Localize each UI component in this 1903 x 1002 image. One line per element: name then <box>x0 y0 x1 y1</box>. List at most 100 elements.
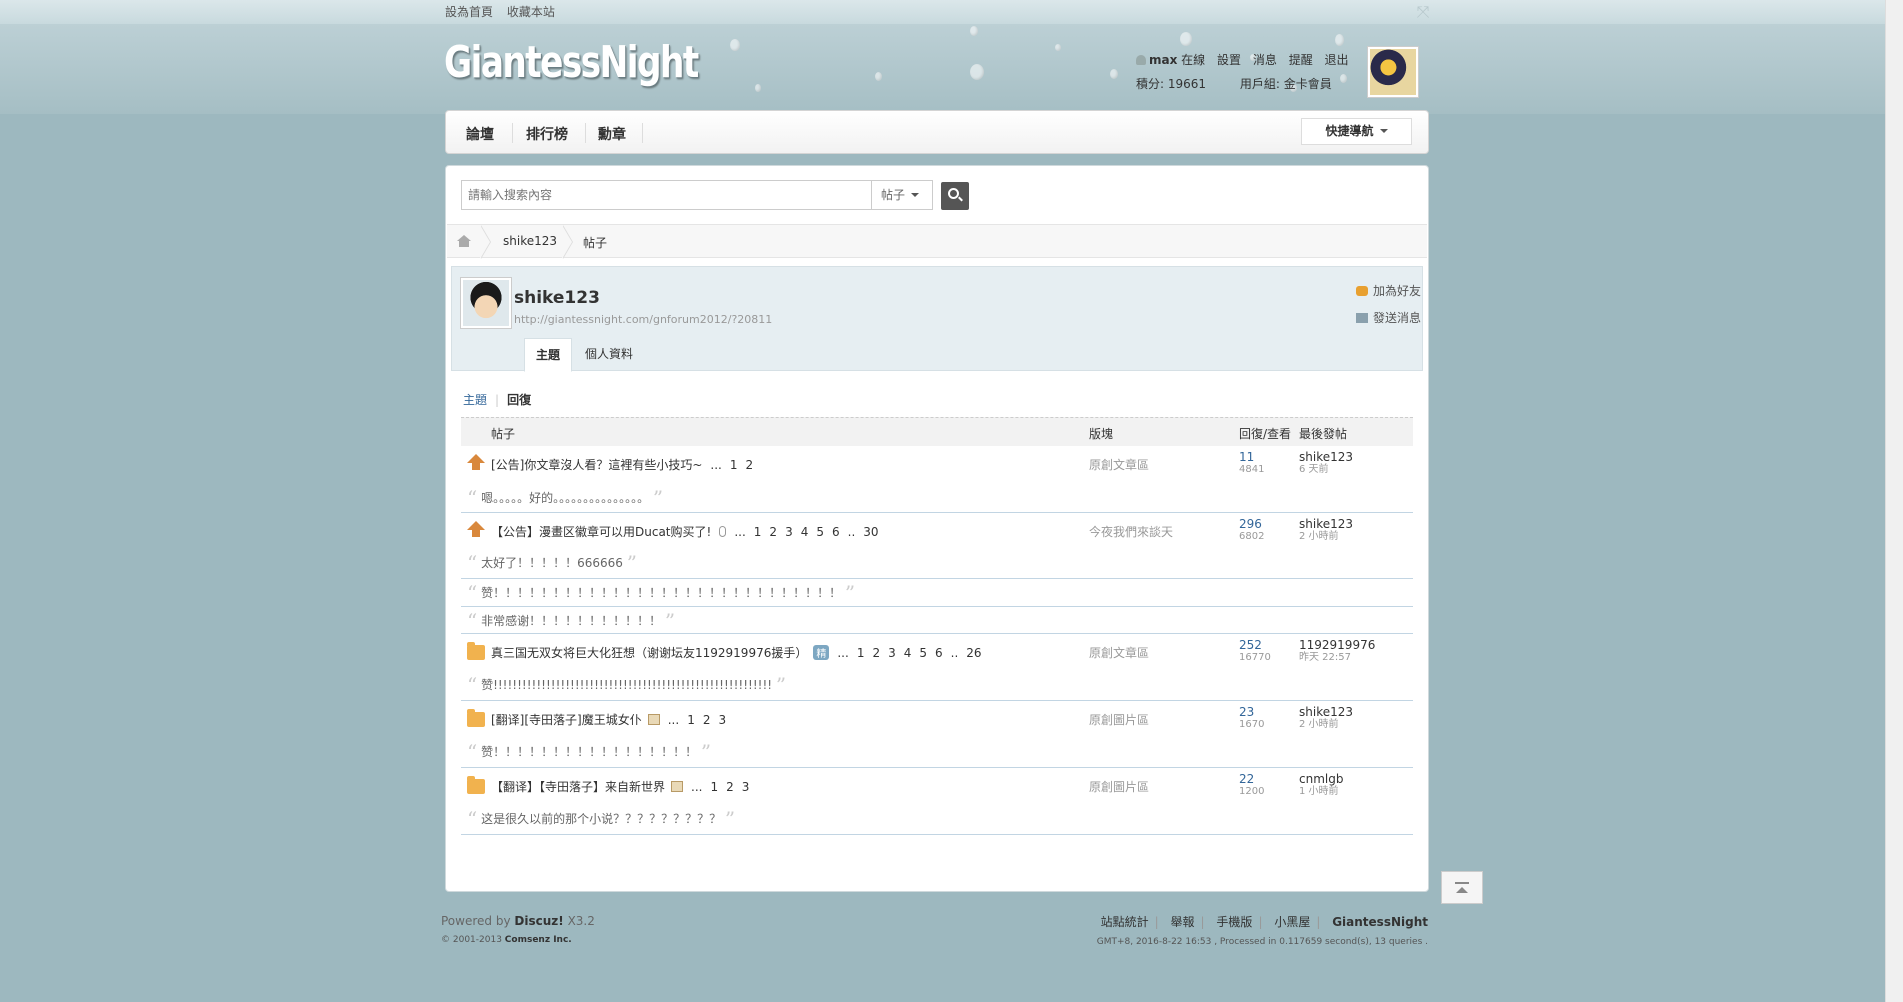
page-link[interactable]: 5 <box>919 646 927 660</box>
logout-link[interactable]: 退出 <box>1325 53 1349 67</box>
page-link[interactable]: 4 <box>801 525 809 539</box>
footer-right: 站點統計 | 舉報 | 手機版 | 小黑屋 | GiantessNight GMT+8,… <box>1093 913 1428 947</box>
page-link[interactable]: 2 <box>746 458 754 472</box>
reply-quote[interactable]: “ 嗯。。。。。好的。。。。。。。。。。。。。。。 ” <box>467 486 663 510</box>
user-avatar[interactable] <box>1367 46 1419 98</box>
reply-text: 赞！！！！！！！！！！！！！！！！！！！！！！！！！！！！！ <box>481 586 842 600</box>
page-link[interactable]: 1 <box>730 458 738 472</box>
profile-url[interactable]: http://giantessnight.com/gnforum2012/?20… <box>514 313 772 326</box>
reply-quote[interactable]: “ 赞！！！！！！！！！！！！！！！！！ ” <box>467 740 711 764</box>
last-post-time[interactable]: 6 天前 <box>1299 464 1353 476</box>
back-to-top-button[interactable] <box>1441 871 1483 904</box>
thread-replies[interactable]: 296 <box>1239 517 1262 531</box>
last-post-time[interactable]: 昨天 22:57 <box>1299 652 1375 664</box>
thread-forum[interactable]: 原創文章區 <box>1089 456 1149 473</box>
last-post-time[interactable]: 2 小時前 <box>1299 531 1353 543</box>
thread-title[interactable]: [公告]你文章沒人看？這裡有些小技巧~ <box>491 458 702 472</box>
page-link[interactable]: 6 <box>832 525 840 539</box>
version[interactable]: X3.2 <box>568 914 595 928</box>
reply-quote[interactable]: “ 这是很久以前的那个小说？？？？？？？？？ ” <box>467 807 735 831</box>
page-link[interactable]: 26 <box>966 646 981 660</box>
thread-title[interactable]: 【公告】漫畫区徽章可以用Ducat购买了! <box>491 525 711 539</box>
thread-forum[interactable]: 原創圖片區 <box>1089 711 1149 728</box>
user-group[interactable]: 用戶組: 金卡會員 <box>1240 77 1332 91</box>
site-logo[interactable]: GiantessNight <box>444 37 699 88</box>
bookmark-link[interactable]: 收藏本站 <box>507 5 555 19</box>
quick-nav-button[interactable]: 快捷導航 <box>1301 118 1412 145</box>
reply-quote[interactable]: “ 赞!!!!!!!!!!!!!!!!!!!!!!!!!!!!!!!!!!!!!… <box>467 673 786 697</box>
copyright: © 2001-2013 <box>441 935 502 945</box>
thread-forum[interactable]: 原創文章區 <box>1089 644 1149 661</box>
page-link[interactable]: 2 <box>769 525 777 539</box>
page-link[interactable]: 1 <box>710 780 718 794</box>
thread-views: 6802 <box>1239 531 1265 542</box>
tab-topics[interactable]: 主題 <box>524 338 573 372</box>
footer-stats-link[interactable]: 站點統計 <box>1101 915 1149 929</box>
last-poster[interactable]: shike123 <box>1299 705 1353 719</box>
page-link[interactable]: 1 <box>754 525 762 539</box>
last-poster[interactable]: cnmlgb <box>1299 772 1343 786</box>
thread-replies[interactable]: 22 <box>1239 772 1254 786</box>
thread-replies[interactable]: 252 <box>1239 638 1262 652</box>
nav-ranking[interactable]: 排行榜 <box>526 124 568 144</box>
page-link[interactable]: 1 <box>687 713 695 727</box>
reply-quote[interactable]: “ 太好了！！！！！666666 ” <box>467 551 637 575</box>
thread-forum[interactable]: 今夜我們來談天 <box>1089 523 1173 540</box>
expand-icon[interactable]: ⤧ <box>1414 3 1432 21</box>
footer-report-link[interactable]: 舉報 <box>1171 915 1195 929</box>
thread-title[interactable]: [翻译][寺田落子]魔王城女仆 <box>491 713 642 727</box>
thread-title[interactable]: 【翻译】【寺田落子】来自新世界 <box>491 780 665 794</box>
last-poster[interactable]: shike123 <box>1299 517 1353 531</box>
messages-link[interactable]: 消息 <box>1253 53 1277 67</box>
page-link[interactable]: 2 <box>703 713 711 727</box>
page-link[interactable]: 6 <box>935 646 943 660</box>
header-post: 帖子 <box>491 427 516 441</box>
profile-avatar[interactable] <box>460 277 512 329</box>
reply-quote[interactable]: “ 非常感谢！！！！！！！！！！！ ” <box>467 609 675 633</box>
last-poster[interactable]: shike123 <box>1299 450 1353 464</box>
reply-quote[interactable]: “ 赞！！！！！！！！！！！！！！！！！！！！！！！！！！！！！ ” <box>467 581 855 605</box>
username[interactable]: max <box>1149 53 1177 67</box>
breadcrumb-user[interactable]: shike123 <box>503 234 557 248</box>
nav-medals[interactable]: 勳章 <box>598 124 626 144</box>
page-link[interactable]: 3 <box>718 713 726 727</box>
page-link[interactable]: 3 <box>888 646 896 660</box>
page-link[interactable]: 3 <box>742 780 750 794</box>
footer-mobile-link[interactable]: 手機版 <box>1216 915 1252 929</box>
page-link[interactable]: 2 <box>726 780 734 794</box>
thread-forum[interactable]: 原創圖片區 <box>1089 778 1149 795</box>
subnav-topics[interactable]: 主題 <box>463 393 487 407</box>
discuz-link[interactable]: Discuz! <box>514 914 563 928</box>
search-button[interactable] <box>941 182 969 210</box>
page-link[interactable]: 2 <box>872 646 880 660</box>
company-link[interactable]: Comsenz Inc. <box>505 935 572 945</box>
search-input[interactable] <box>461 180 879 210</box>
search-type-select[interactable]: 帖子 <box>871 180 933 210</box>
powered-by: Powered by <box>441 914 511 928</box>
thread-replies[interactable]: 11 <box>1239 450 1254 464</box>
page-link[interactable]: 3 <box>785 525 793 539</box>
set-home-link[interactable]: 設為首頁 <box>445 5 493 19</box>
home-icon[interactable] <box>457 235 471 247</box>
page-link[interactable]: 1 <box>857 646 865 660</box>
main-nav: 論壇 排行榜 勳章 快捷導航 <box>445 110 1429 154</box>
nav-forum[interactable]: 論壇 <box>466 124 494 144</box>
footer-blacklist-link[interactable]: 小黑屋 <box>1274 915 1310 929</box>
thread-replies[interactable]: 23 <box>1239 705 1254 719</box>
reminders-link[interactable]: 提醒 <box>1289 53 1313 67</box>
page-link[interactable]: 4 <box>904 646 912 660</box>
page-link[interactable]: 5 <box>816 525 824 539</box>
subnav-replies[interactable]: 回復 <box>507 393 531 407</box>
last-poster[interactable]: 1192919976 <box>1299 638 1375 652</box>
settings-link[interactable]: 設置 <box>1217 53 1241 67</box>
tab-profile[interactable]: 個人資料 <box>574 338 644 372</box>
thread-title[interactable]: 真三国无双女将巨大化狂想（谢谢坛友1192919976援手） <box>491 646 807 660</box>
footer-site-link[interactable]: GiantessNight <box>1332 915 1428 929</box>
user-points[interactable]: 積分: 19661 <box>1136 77 1206 91</box>
last-post-time[interactable]: 1 小時前 <box>1299 786 1343 798</box>
last-post-time[interactable]: 2 小時前 <box>1299 719 1353 731</box>
send-message-button[interactable]: 發送消息 <box>1356 309 1421 326</box>
add-friend-button[interactable]: 加為好友 <box>1356 282 1421 299</box>
page-link[interactable]: 30 <box>863 525 878 539</box>
scrollbar[interactable] <box>1885 0 1903 1002</box>
